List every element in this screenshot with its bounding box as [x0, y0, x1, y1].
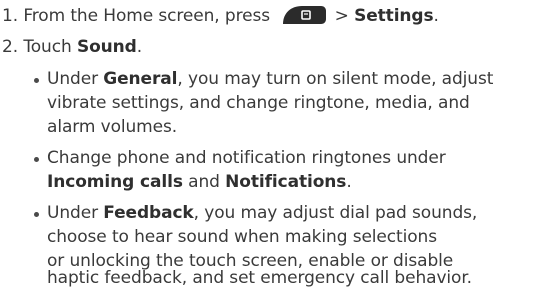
bullet-3-line-1-bold: Feedback — [103, 203, 194, 223]
bullet-3-line-4-text: haptic feedback, and set emergency call … — [47, 268, 472, 288]
bullet-dot-3 — [34, 212, 39, 217]
bullet-3-line-1-pre: Under — [47, 203, 104, 223]
bullet-2-line-2-bold2: Notifications — [225, 172, 347, 192]
step-2: 2. Touch Sound. — [2, 37, 142, 57]
step-1: 1. From the Home screen, press > Setting… — [2, 5, 439, 26]
bullet-1-line-2-text: vibrate settings, and change ringtone, m… — [47, 93, 470, 113]
step-1-bold: Settings — [354, 6, 434, 26]
step-2-bold: Sound — [76, 37, 137, 57]
step-2-number: 2. — [2, 37, 19, 57]
bullet-dot-1 — [34, 78, 39, 83]
bullet-2-line-1-text: Change phone and notification ringtones … — [47, 148, 446, 168]
menu-key-icon — [277, 5, 327, 25]
bullet-1-line-1: Under General, you may turn on silent mo… — [47, 69, 493, 89]
step-1-text: From the Home screen, press — [23, 6, 270, 26]
bullet-3-line-2-text: choose to hear sound when making selecti… — [47, 227, 437, 247]
bullet-1-line-1-pre: Under — [47, 69, 104, 89]
bullet-2-line-1: Change phone and notification ringtones … — [47, 148, 446, 168]
step-1-separator: > — [334, 6, 349, 26]
bullet-2-line-2-bold: Incoming calls — [47, 172, 183, 192]
bullet-1-line-1-post: , you may turn on silent mode, adjust — [177, 69, 494, 89]
bullet-3-line-1-post: , you may adjust dial pad sounds, — [193, 203, 478, 223]
bullet-3-line-1: Under Feedback, you may adjust dial pad … — [47, 203, 477, 223]
bullet-1-line-2: vibrate settings, and change ringtone, m… — [47, 93, 470, 113]
step-2-text: Touch — [23, 37, 72, 57]
bullet-dot-2 — [34, 157, 39, 162]
step-1-end: . — [433, 6, 439, 26]
bullet-1-line-3-text: alarm volumes. — [47, 117, 178, 137]
bullet-3-line-2: choose to hear sound when making selecti… — [47, 227, 437, 247]
bullet-1-line-1-bold: General — [103, 69, 178, 89]
bullet-2-line-2: Incoming calls and Notifications. — [47, 172, 352, 192]
bullet-2-line-2-mid: and — [182, 172, 226, 192]
step-1-number: 1. — [2, 6, 19, 26]
bullet-3-line-4: haptic feedback, and set emergency call … — [47, 268, 472, 288]
step-2-end: . — [136, 37, 143, 57]
bullet-1-line-3: alarm volumes. — [47, 117, 177, 137]
bullet-2-line-2-end: . — [346, 172, 352, 192]
